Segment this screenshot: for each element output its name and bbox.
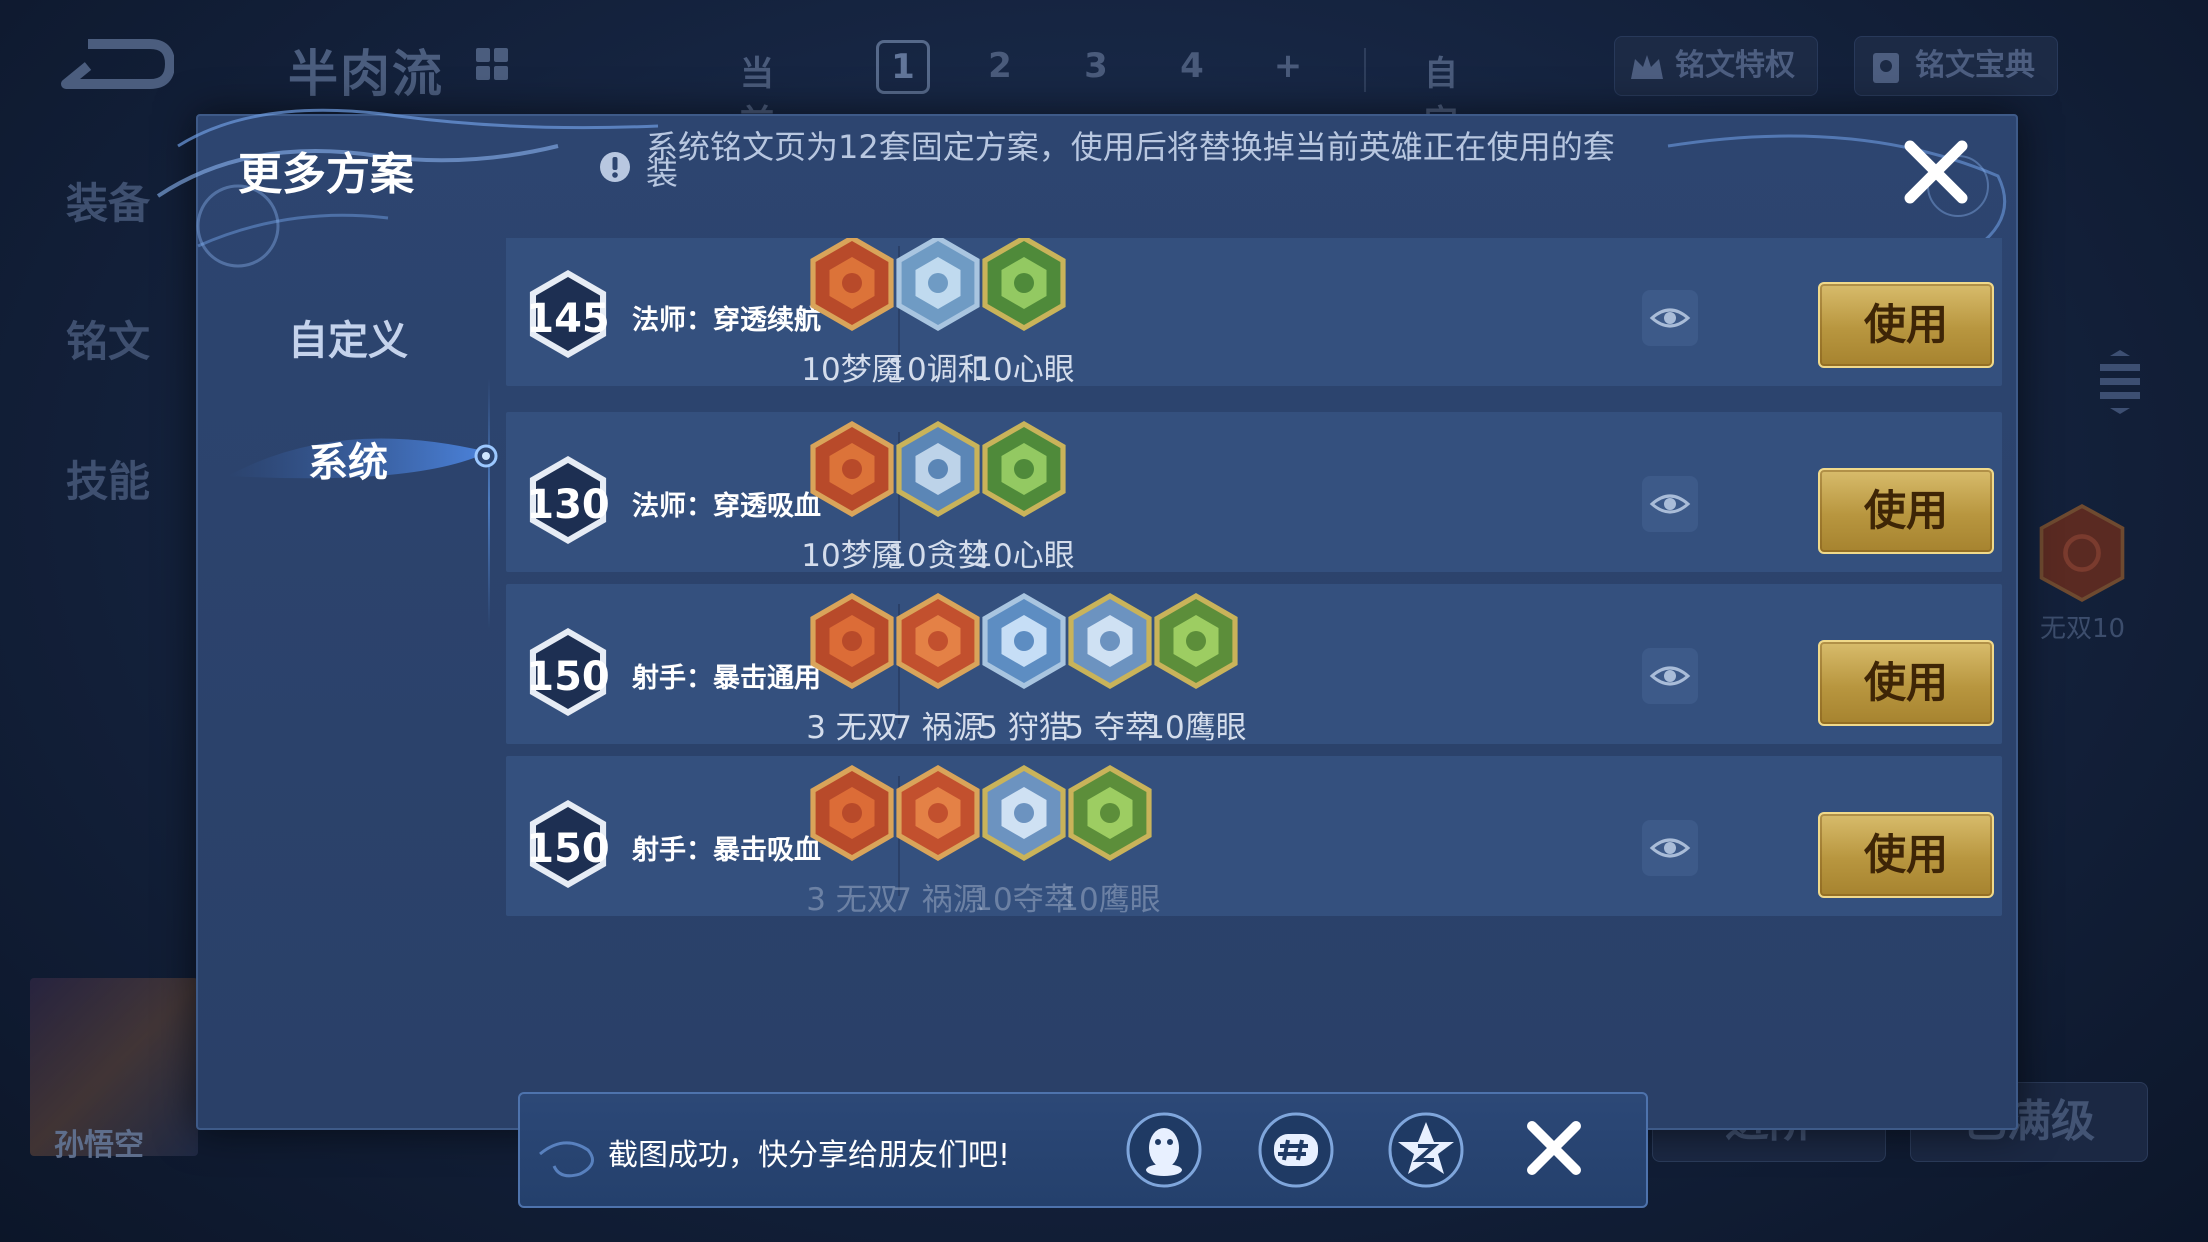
- eye-icon: [1649, 666, 1691, 686]
- peerless-rune-icon: [810, 593, 894, 689]
- grid-icon[interactable]: [476, 48, 510, 82]
- nav-custom-presets[interactable]: 自定义: [198, 308, 498, 366]
- seize-rune-icon: [1068, 593, 1152, 689]
- preset-name: 射手：暴击吸血: [632, 835, 821, 866]
- use-preset-button[interactable]: 使用: [1818, 640, 1994, 726]
- preview-button[interactable]: [1642, 476, 1698, 532]
- rune-label: 10心眼: [973, 538, 1075, 574]
- use-preset-button[interactable]: 使用: [1818, 468, 1994, 554]
- dialog-title: 更多方案: [238, 149, 414, 200]
- rune-label: 10鹰眼: [1059, 882, 1161, 918]
- more-presets-dialog: 更多方案 系统铭文页为12套固定方案，使用后将替换掉当前英雄正在使用的套装 自定…: [156, 108, 2018, 1130]
- rune-label: 10心眼: [973, 352, 1075, 388]
- preset-name: 射手：暴击通用: [632, 663, 821, 694]
- preview-button[interactable]: [1642, 820, 1698, 876]
- preset-level: 130: [526, 482, 610, 528]
- rune-codex-button[interactable]: 铭文宝典: [1854, 36, 2058, 96]
- tab-add-page[interactable]: +: [1262, 40, 1314, 92]
- preset-row: 130 法师：穿透吸血 10梦魇 10贪婪 10心眼 使用: [506, 412, 2002, 574]
- mind-eye-rune-icon: [982, 421, 1066, 517]
- eagle-eye-rune-icon: [1154, 593, 1238, 689]
- use-preset-button[interactable]: 使用: [1818, 282, 1994, 368]
- info-icon: [600, 152, 630, 182]
- calamity-rune-icon: [896, 593, 980, 689]
- rune-privilege-button[interactable]: 铭文特权: [1614, 36, 1818, 96]
- seize-rune-icon: [982, 765, 1066, 861]
- rune-label: 10鹰眼: [1145, 710, 1247, 746]
- nightmare-rune-icon: [810, 238, 894, 331]
- qq-icon[interactable]: [1124, 1110, 1204, 1190]
- peerless-rune-icon: [2039, 503, 2125, 603]
- eye-icon: [1649, 838, 1691, 858]
- menu-icon[interactable]: [2096, 350, 2144, 420]
- preset-name: 法师：穿透续航: [632, 305, 821, 336]
- book-icon: [1873, 53, 1899, 83]
- peerless-rune-icon: [810, 765, 894, 861]
- crown-icon: [1631, 55, 1663, 79]
- preset-list: 145 法师：穿透续航 10梦魇 10调和 10心眼 使用 130 法师：穿透吸血 10梦魇 10…: [506, 238, 2002, 1126]
- preset-name: 法师：穿透吸血: [632, 491, 821, 522]
- preset-level: 150: [526, 654, 610, 700]
- top-bar: 半肉流 当前 1 2 3 4 + 自定义 铭文特权 铭文宝典: [0, 0, 2208, 192]
- screenshot-toast: 截图成功，快分享给朋友们吧!: [518, 1092, 1648, 1208]
- rune-page-title: 半肉流: [288, 45, 444, 103]
- preset-level: 145: [526, 296, 610, 342]
- close-icon[interactable]: [1522, 1116, 1586, 1180]
- tab-page-1[interactable]: 1: [876, 40, 930, 94]
- moments-icon[interactable]: [1256, 1110, 1336, 1190]
- hunting-rune-icon: [982, 593, 1066, 689]
- tab-page-2[interactable]: 2: [974, 40, 1026, 92]
- rune-codex-label: 铭文宝典: [1915, 48, 2035, 83]
- rune-count-label: 无双10: [2040, 614, 2126, 644]
- tab-page-4[interactable]: 4: [1166, 40, 1218, 92]
- preview-button[interactable]: [1642, 290, 1698, 346]
- mind-eye-rune-icon: [982, 238, 1066, 331]
- divider: [1364, 48, 1366, 92]
- preview-button[interactable]: [1642, 648, 1698, 704]
- qzone-icon[interactable]: [1386, 1110, 1466, 1190]
- eagle-eye-rune-icon: [1068, 765, 1152, 861]
- preset-row: 150 射手：暴击吸血 3 无双 7 祸源 10夺萃 10鹰眼 使用: [506, 756, 2002, 918]
- calamity-rune-icon: [896, 765, 980, 861]
- eye-icon: [1649, 308, 1691, 328]
- tab-page-3[interactable]: 3: [1070, 40, 1122, 92]
- nav-runes[interactable]: 铭文: [66, 308, 150, 369]
- greed-rune-icon: [896, 421, 980, 517]
- dialog-header: 更多方案 系统铭文页为12套固定方案，使用后将替换掉当前英雄正在使用的套装: [198, 116, 2016, 238]
- nav-equipment[interactable]: 装备: [66, 170, 150, 231]
- decorative-swirl: [539, 1141, 594, 1178]
- toast-message: 截图成功，快分享给朋友们吧!: [608, 1138, 1011, 1173]
- preset-level: 150: [526, 826, 610, 872]
- rune-privilege-label: 铭文特权: [1675, 48, 1795, 83]
- hero-name: 孙悟空: [54, 1128, 144, 1163]
- harmony-rune-icon: [896, 238, 980, 331]
- preset-row: 150 射手：暴击通用 3 无双 7 祸源 5 狩猎 5 夺萃 10鹰眼 使用: [506, 584, 2002, 746]
- nav-system-presets[interactable]: 系统: [198, 430, 498, 488]
- preset-row: 145 法师：穿透续航 10梦魇 10调和 10心眼 使用: [506, 238, 2002, 388]
- use-preset-button[interactable]: 使用: [1818, 812, 1994, 898]
- preset-category-nav: 自定义 系统: [198, 238, 498, 1118]
- eye-icon: [1649, 494, 1691, 514]
- nightmare-rune-icon: [810, 421, 894, 517]
- close-icon[interactable]: [1898, 134, 1974, 210]
- back-icon[interactable]: [58, 36, 174, 92]
- notice-text: 系统铭文页为12套固定方案，使用后将替换掉当前英雄正在使用的套装: [646, 128, 1615, 192]
- nav-skills[interactable]: 技能: [66, 448, 150, 509]
